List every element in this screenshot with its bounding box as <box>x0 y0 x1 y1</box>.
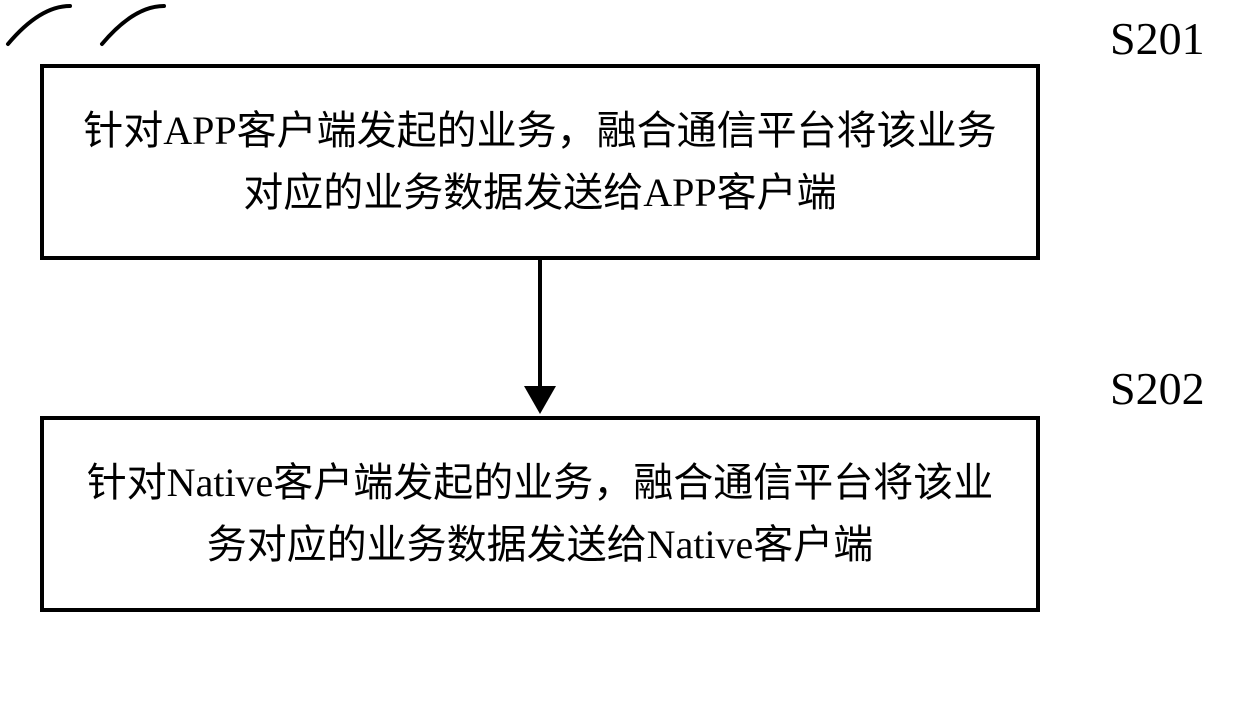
step-label-s202: S202 <box>1110 362 1205 415</box>
step-box-s202: 针对Native客户端发起的业务，融合通信平台将该业务对应的业务数据发送给Nat… <box>40 416 1040 612</box>
step-text-s201: 针对APP客户端发起的业务，融合通信平台将该业务对应的业务数据发送给APP客户端 <box>74 100 1006 224</box>
arrow-head-s201-to-s202 <box>524 386 556 414</box>
arrow-s201-to-s202 <box>538 260 542 390</box>
step-label-s201: S201 <box>1110 12 1205 65</box>
step-text-s202: 针对Native客户端发起的业务，融合通信平台将该业务对应的业务数据发送给Nat… <box>74 452 1006 576</box>
flowchart-canvas: 针对APP客户端发起的业务，融合通信平台将该业务对应的业务数据发送给APP客户端… <box>0 0 1240 723</box>
leader-s202 <box>94 0 184 50</box>
step-box-s201: 针对APP客户端发起的业务，融合通信平台将该业务对应的业务数据发送给APP客户端 <box>40 64 1040 260</box>
leader-s201 <box>0 0 90 50</box>
